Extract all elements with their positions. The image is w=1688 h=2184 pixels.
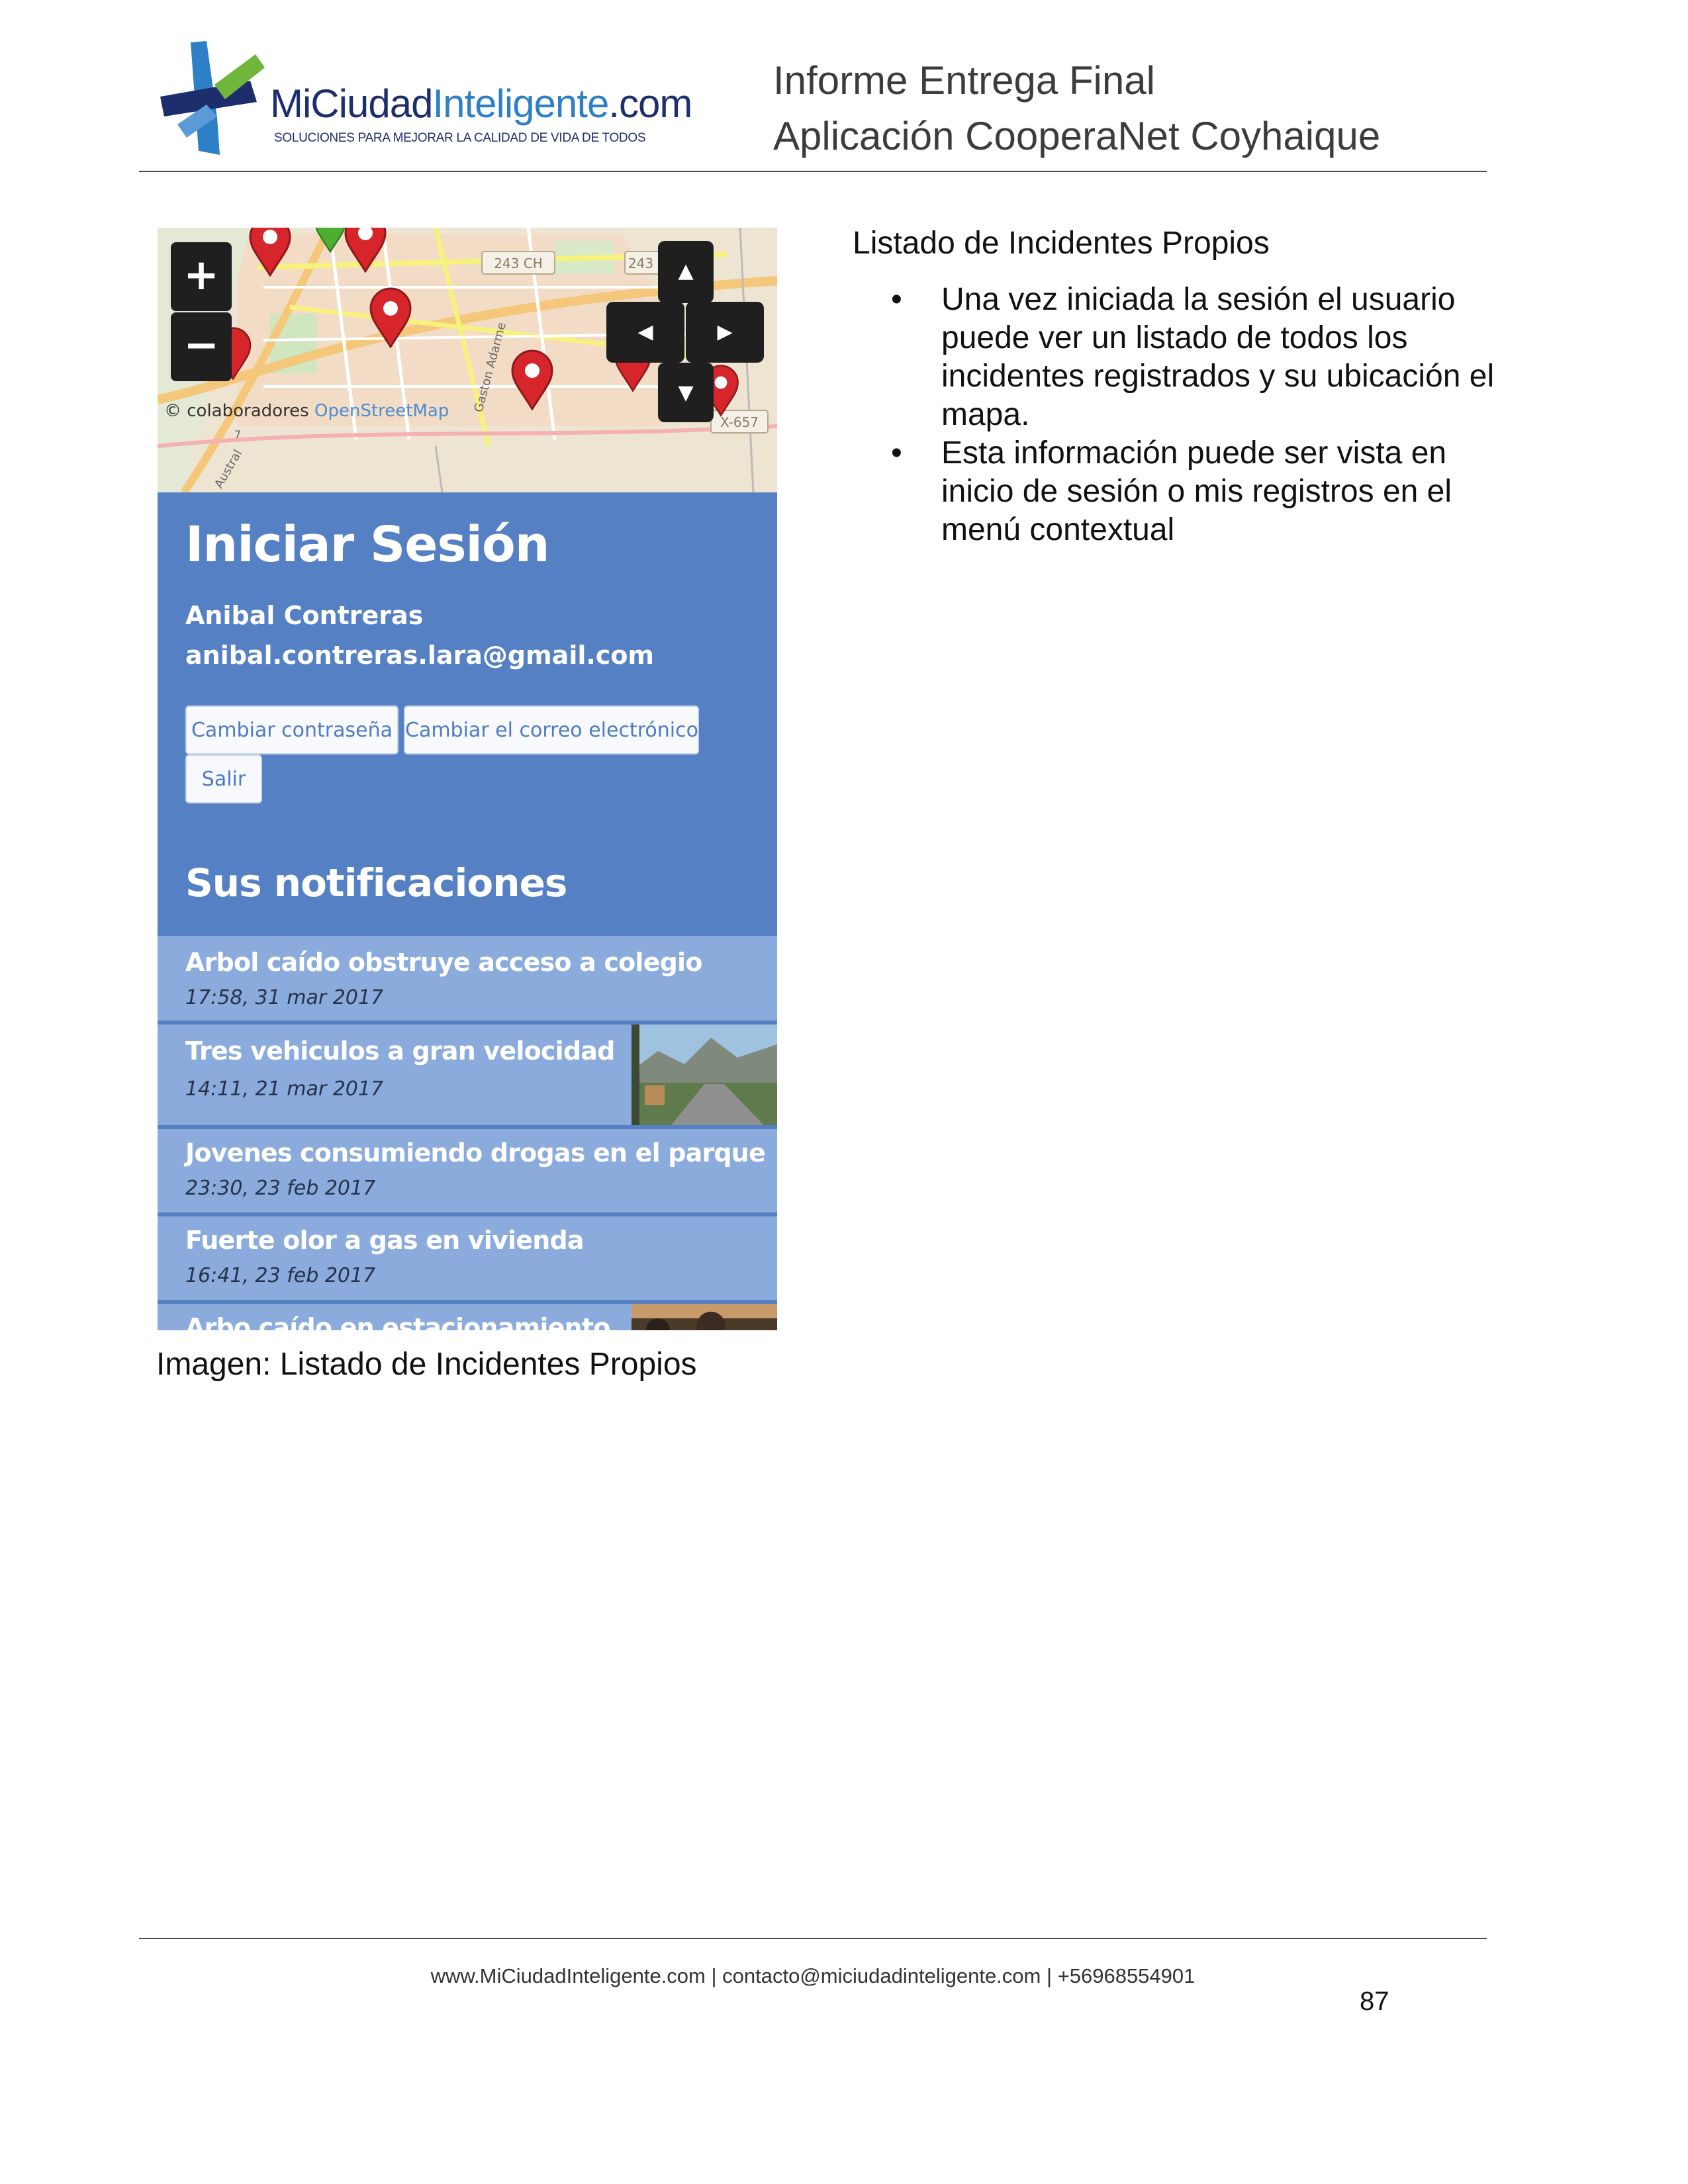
logo-word-part: .com xyxy=(608,81,692,126)
company-logo: MiCiudadInteligente.com SOLUCIONES PARA … xyxy=(151,38,692,159)
zoom-out-button[interactable]: − xyxy=(171,312,232,381)
map-marker-icon[interactable] xyxy=(343,228,388,273)
pan-down-button[interactable]: ▼ xyxy=(658,363,714,422)
login-title: Iniciar Sesión xyxy=(185,516,549,573)
road-label: 243 xyxy=(628,255,653,271)
logo-mark-icon xyxy=(160,41,265,155)
map-marker-icon[interactable] xyxy=(510,349,555,410)
logo-wordmark: MiCiudadInteligente.com xyxy=(270,81,692,126)
notification-item[interactable]: Fuerte olor a gas en vivienda 16:41, 23 … xyxy=(158,1216,777,1300)
map-marker-green-icon[interactable] xyxy=(314,228,347,255)
notification-item[interactable]: Jovenes consumiendo drogas en el parque … xyxy=(158,1129,777,1212)
document-title-line-1: Informe Entrega Final xyxy=(773,58,1155,103)
notification-item[interactable]: Arbol caído obstruye acceso a colegio 17… xyxy=(158,936,777,1021)
change-email-button[interactable]: Cambiar el correo electrónico xyxy=(404,705,699,754)
user-email: anibal.contreras.lara@gmail.com xyxy=(185,641,655,670)
notification-title: Fuerte olor a gas en vivienda xyxy=(185,1226,584,1255)
road-label: 243 CH xyxy=(494,255,543,271)
attribution-text: © colaboradores xyxy=(164,401,309,421)
pan-left-button[interactable]: ◀ xyxy=(606,302,684,363)
bullet-item: Esta información puede ser vista en inic… xyxy=(891,434,1526,549)
notification-title: Jovenes consumiendo drogas en el parque xyxy=(185,1138,766,1167)
section-title: Listado de Incidentes Propios xyxy=(853,226,1270,261)
incident-map[interactable]: 243 CH 243 X-657 Gaston Adarme Austral 7… xyxy=(158,228,777,492)
user-name: Anibal Contreras xyxy=(185,601,424,630)
map-marker-icon[interactable] xyxy=(248,228,293,277)
logo-word-part: MiCiudad xyxy=(270,81,433,126)
zoom-in-button[interactable]: + xyxy=(171,242,232,311)
change-password-button[interactable]: Cambiar contraseña xyxy=(185,705,399,754)
document-title-line-2: Aplicación CooperaNet Coyhaique xyxy=(773,114,1381,158)
notification-date: 16:41, 23 feb 2017 xyxy=(185,1264,376,1287)
notification-title: Tres vehiculos a gran velocidad xyxy=(185,1036,615,1066)
notification-title: Arbol caído obstruye acceso a colegio xyxy=(185,948,702,977)
notification-thumbnail xyxy=(632,1024,777,1125)
notification-date: 14:11, 21 mar 2017 xyxy=(185,1077,384,1101)
logo-tagline: SOLUCIONES PARA MEJORAR LA CALIDAD DE VI… xyxy=(274,131,646,145)
figure-caption: Imagen: Listado de Incidentes Propios xyxy=(156,1347,697,1382)
map-attribution: © colaboradores OpenStreetMap xyxy=(164,401,449,421)
notification-item[interactable]: Arbo caído en estacionamiento xyxy=(158,1304,777,1330)
pan-right-button[interactable]: ▶ xyxy=(686,302,764,363)
openstreetmap-link[interactable]: OpenStreetMap xyxy=(314,401,449,421)
page-number: 87 xyxy=(1360,1987,1389,2016)
notification-thumbnail xyxy=(632,1304,777,1330)
footer-divider xyxy=(139,1938,1487,1939)
bullet-list: Una vez iniciada la sesión el usuario pu… xyxy=(891,281,1526,549)
logout-button[interactable]: Salir xyxy=(185,754,262,803)
notification-item[interactable]: Tres vehiculos a gran velocidad 14:11, 2… xyxy=(158,1024,777,1125)
notification-date: 23:30, 23 feb 2017 xyxy=(185,1177,376,1200)
app-screenshot: 243 CH 243 X-657 Gaston Adarme Austral 7… xyxy=(158,228,777,1330)
map-marker-icon[interactable] xyxy=(368,287,413,348)
notification-title: Arbo caído en estacionamiento xyxy=(185,1313,610,1330)
header-divider xyxy=(139,171,1487,172)
pan-up-button[interactable]: ▲ xyxy=(658,241,714,303)
street-number: 7 xyxy=(234,428,241,441)
bullet-item: Una vez iniciada la sesión el usuario pu… xyxy=(891,281,1526,434)
notifications-title: Sus notificaciones xyxy=(185,860,567,905)
notification-date: 17:58, 31 mar 2017 xyxy=(185,986,384,1009)
document-title: Informe Entrega Final Aplicación Coopera… xyxy=(773,53,1380,164)
logo-word-part: Inteligente xyxy=(432,81,609,126)
footer-contact: www.MiCiudadInteligente.com | contacto@m… xyxy=(430,1964,1196,1987)
